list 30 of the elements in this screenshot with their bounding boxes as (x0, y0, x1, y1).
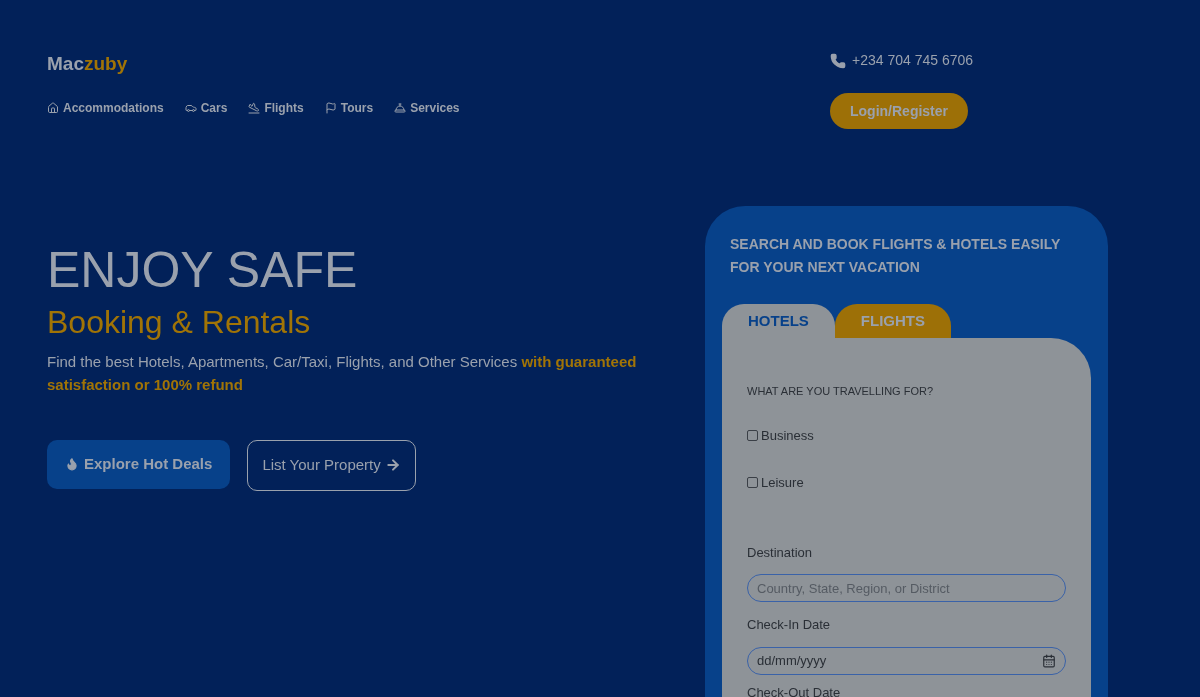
search-tab[interactable]: HOTELS (722, 304, 835, 338)
search-heading: SEARCH AND BOOK FLIGHTS & HOTELS EASILY FOR YOUR NEXT VACATION (729, 235, 1062, 277)
hero-title: ENJOY SAFE (47, 241, 359, 298)
bell-icon (394, 101, 407, 114)
hero-description: Find the best Hotels, Apartments, Car/Taxi, Flights, and Other Services with guaranteed satisfaction or 100% refund (47, 351, 638, 395)
field-label: Destination (747, 543, 814, 562)
purpose-label: WHAT ARE YOU TRAVELLING FOR? (747, 384, 935, 399)
flag-icon (324, 101, 337, 114)
checkbox-label: Business (761, 426, 814, 445)
field-label: Check-Out Date (747, 684, 842, 697)
field-label: Check-In Date (747, 616, 832, 634)
plane-icon (248, 101, 261, 114)
phone-icon (830, 52, 846, 69)
house-icon (47, 101, 59, 114)
nav-link[interactable]: Flights (248, 98, 304, 117)
nav-link[interactable]: Cars (184, 98, 228, 117)
explore-deals-button[interactable]: Explore Hot Deals (47, 439, 231, 489)
checkbox-label: Leisure (761, 474, 804, 492)
checkbox[interactable] (747, 477, 758, 489)
destination-field[interactable]: Country, State, Region, or District (747, 574, 1066, 602)
calendar-icon (1042, 653, 1056, 668)
nav-link[interactable]: Tours (324, 98, 374, 117)
list-property-button[interactable]: List Your Property (247, 439, 416, 491)
nav-link[interactable]: Services (394, 98, 460, 117)
brand-logo[interactable]: Maczuby (47, 50, 687, 79)
nav-link[interactable]: Accommodations (47, 98, 164, 117)
hero-subtitle: Booking & Rentals (47, 302, 312, 342)
phone-number[interactable]: +234 704 745 6706 (852, 50, 974, 71)
checkbox[interactable] (747, 429, 758, 441)
flame-icon (65, 457, 79, 471)
